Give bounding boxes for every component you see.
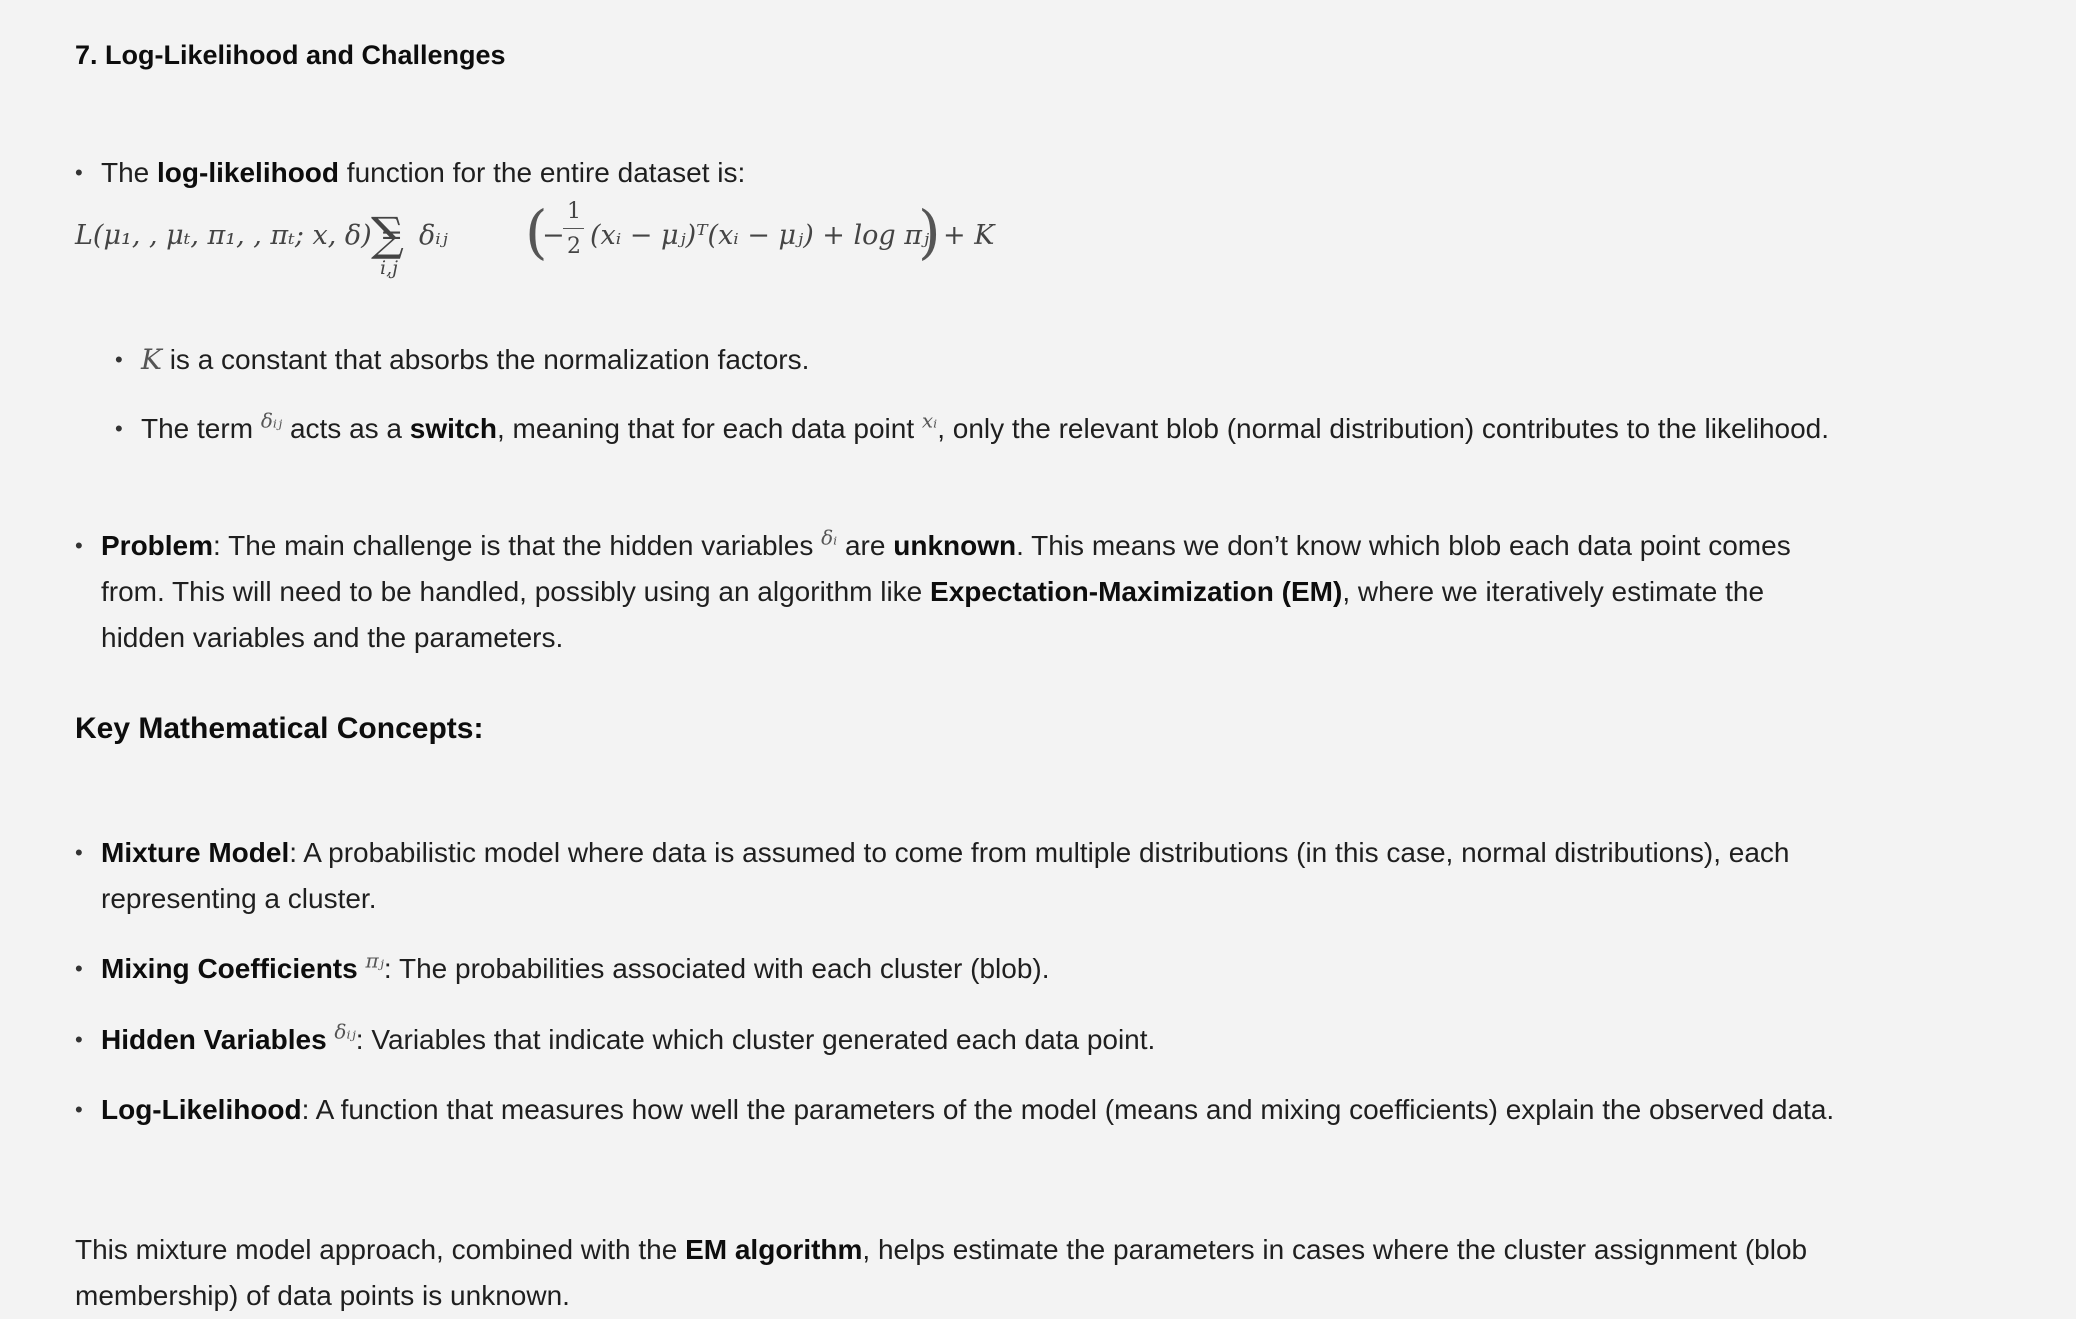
fraction-numerator: 1 — [567, 199, 581, 224]
sub-item-switch: The term δᵢⱼ acts as a switch, meaning t… — [115, 406, 1841, 452]
symbol-delta-ij: δᵢⱼ — [260, 408, 283, 433]
problem-unknown: unknown — [893, 530, 1017, 561]
symbol-x-i: xᵢ — [921, 408, 938, 433]
section-heading: 7. Log-Likelihood and Challenges — [75, 40, 506, 70]
concept-term: Hidden Variables — [101, 1024, 327, 1055]
equation-close-paren: ) — [918, 198, 941, 266]
concept-desc: : A probabilistic model where data is as… — [101, 837, 1790, 914]
concept-item-log-likelihood: Log-Likelihood: A function that measures… — [75, 1087, 1841, 1133]
problem-text2: are — [837, 530, 894, 561]
sub-item-switch-bold: switch — [409, 413, 497, 444]
equation-minus: − — [542, 220, 565, 251]
sub-item-constant-text: is a constant that absorbs the normaliza… — [161, 344, 810, 375]
symbol-pi-j: πⱼ — [365, 948, 384, 973]
sub-item-switch-mid1: acts as a — [282, 413, 410, 444]
closing-paragraph: This mixture model approach, combined wi… — [75, 1227, 1835, 1319]
problem-item: Problem: The main challenge is that the … — [75, 523, 1841, 661]
symbol-k: K — [141, 343, 162, 376]
sub-item-constant: K is a constant that absorbs the normali… — [115, 337, 1841, 383]
sigma-subscript: i,j — [380, 257, 399, 279]
sub-item-switch-mid2: , meaning that for each data point — [496, 413, 922, 444]
closing-pre: This mixture model approach, combined wi… — [75, 1234, 686, 1265]
equation-delta: δᵢⱼ — [419, 220, 448, 251]
concept-term: Mixture Model — [101, 837, 290, 868]
concept-term: Log-Likelihood — [101, 1094, 302, 1125]
concepts-heading: Key Mathematical Concepts: — [75, 712, 484, 745]
sub-item-switch-post: , only the relevant blob (normal distrib… — [937, 413, 1830, 444]
concept-desc: : Variables that indicate which cluster … — [355, 1024, 1156, 1055]
document-page: 7. Log-Likelihood and Challenges The log… — [0, 0, 2076, 1316]
problem-text1: : The main challenge is that the hidden … — [213, 530, 822, 561]
concept-item-mixing-coefficients: Mixing Coefficients πⱼ: The probabilitie… — [75, 946, 1841, 992]
fraction-denominator: 2 — [567, 234, 581, 259]
sub-item-switch-pre: The term — [141, 413, 261, 444]
loglik-intro-bold: log-likelihood — [157, 157, 340, 188]
loglik-intro-item: The log-likelihood function for the enti… — [75, 150, 1841, 196]
concept-term: Mixing Coefficients — [101, 953, 358, 984]
problem-label: Problem — [101, 530, 214, 561]
loglik-intro-post: function for the entire dataset is: — [339, 157, 746, 188]
fraction-bar — [563, 228, 584, 229]
concept-item-mixture-model: Mixture Model: A probabilistic model whe… — [75, 830, 1841, 922]
equation-tail: + K — [943, 220, 995, 251]
closing-bold: EM algorithm — [685, 1234, 863, 1265]
symbol-delta-ij: δᵢⱼ — [334, 1019, 356, 1044]
symbol-delta-i: δᵢ — [821, 525, 838, 550]
equation-body: (xᵢ − μⱼ)ᵀ(xᵢ − μⱼ) + log πⱼ — [590, 220, 930, 251]
concept-desc: : A function that measures how well the … — [301, 1094, 1835, 1125]
problem-em: Expectation-Maximization (EM) — [930, 576, 1343, 607]
concept-item-hidden-variables: Hidden Variables δᵢⱼ: Variables that ind… — [75, 1017, 1841, 1063]
loglik-intro-pre: The — [101, 157, 158, 188]
equation-lhs: L(μ₁, , μₜ, π₁, , πₜ; x, δ) = — [75, 220, 403, 251]
concept-desc: : The probabilities associated with each… — [383, 953, 1050, 984]
sigma-symbol: ∑ — [371, 207, 404, 261]
